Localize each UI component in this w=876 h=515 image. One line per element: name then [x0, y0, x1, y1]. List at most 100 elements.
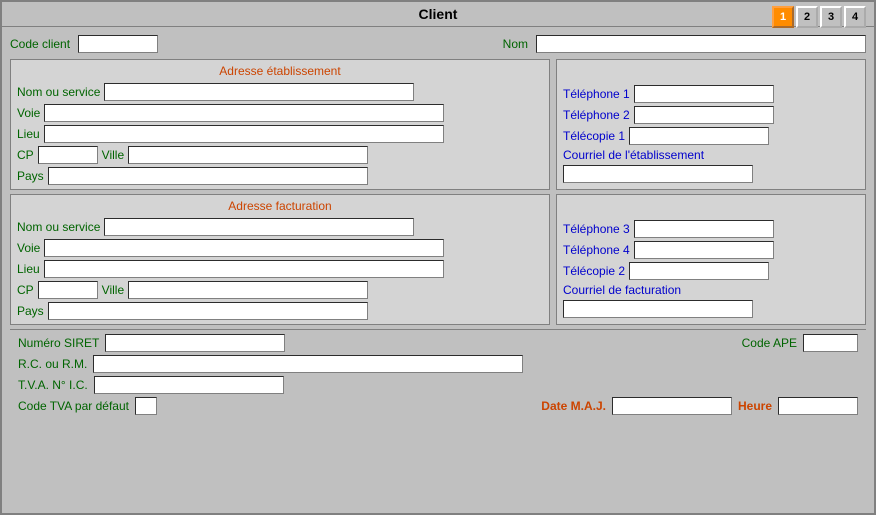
- etab-telecopie1-input[interactable]: [629, 127, 769, 145]
- fact-ville-input[interactable]: [128, 281, 368, 299]
- tab-1[interactable]: 1: [772, 6, 794, 28]
- fact-telecopie2-row: Télécopie 2: [563, 262, 859, 280]
- fact-telecopie2-input[interactable]: [629, 262, 769, 280]
- code-client-input[interactable]: [78, 35, 158, 53]
- nom-label: Nom: [503, 37, 528, 51]
- etab-tel2-input[interactable]: [634, 106, 774, 124]
- code-tva-label: Code TVA par défaut: [18, 399, 129, 413]
- fact-tel4-label: Téléphone 4: [563, 243, 630, 257]
- siret-row: Numéro SIRET Code APE: [18, 334, 858, 352]
- tva-input[interactable]: [94, 376, 284, 394]
- facturation-phone-block: Téléphone 3 Téléphone 4 Télécopie 2 Cour…: [556, 194, 866, 325]
- tab-2[interactable]: 2: [796, 6, 818, 28]
- fact-tel3-input[interactable]: [634, 220, 774, 238]
- fact-nom-service-row: Nom ou service: [17, 218, 543, 236]
- etab-voie-row: Voie: [17, 104, 543, 122]
- fact-pays-row: Pays: [17, 302, 543, 320]
- etablissement-phone-block: Téléphone 1 Téléphone 2 Télécopie 1 Cour…: [556, 59, 866, 190]
- siret-label: Numéro SIRET: [18, 336, 99, 350]
- fact-voie-row: Voie: [17, 239, 543, 257]
- etab-courriel-row: Courriel de l'établissement: [563, 148, 859, 162]
- fact-pays-input[interactable]: [48, 302, 368, 320]
- nom-input[interactable]: [536, 35, 866, 53]
- etab-lieu-row: Lieu: [17, 125, 543, 143]
- code-client-label: Code client: [10, 37, 70, 51]
- rc-label: R.C. ou R.M.: [18, 357, 87, 371]
- tva-row: T.V.A. N° I.C.: [18, 376, 858, 394]
- etab-telecopie1-row: Télécopie 1: [563, 127, 859, 145]
- fact-cp-row: CP Ville: [17, 281, 543, 299]
- date-label: Date M.A.J.: [541, 399, 606, 413]
- code-tva-input[interactable]: [135, 397, 157, 415]
- etab-pays-row: Pays: [17, 167, 543, 185]
- etab-tel2-row: Téléphone 2: [563, 106, 859, 124]
- etab-voie-input[interactable]: [44, 104, 444, 122]
- fact-tel4-row: Téléphone 4: [563, 241, 859, 259]
- facturation-address-block: Adresse facturation Nom ou service Voie …: [10, 194, 550, 325]
- window-title: Client: [419, 6, 458, 22]
- etab-pays-label: Pays: [17, 169, 44, 183]
- etab-courriel-label: Courriel de l'établissement: [563, 148, 704, 162]
- etab-tel1-row: Téléphone 1: [563, 85, 859, 103]
- etab-ville-input[interactable]: [128, 146, 368, 164]
- bottom-bar: Numéro SIRET Code APE R.C. ou R.M. T.V.A…: [10, 329, 866, 419]
- etab-pays-input[interactable]: [48, 167, 368, 185]
- fact-voie-input[interactable]: [44, 239, 444, 257]
- fact-cp-label: CP: [17, 283, 34, 297]
- fact-tel4-input[interactable]: [634, 241, 774, 259]
- main-content: Code client Nom Adresse établissement No…: [2, 27, 874, 513]
- etab-cp-input[interactable]: [38, 146, 98, 164]
- fact-courriel-input[interactable]: [563, 300, 753, 318]
- etab-nom-service-label: Nom ou service: [17, 85, 100, 99]
- tab-3[interactable]: 3: [820, 6, 842, 28]
- etab-tel2-label: Téléphone 2: [563, 108, 630, 122]
- fact-voie-label: Voie: [17, 241, 40, 255]
- etablissement-row: Adresse établissement Nom ou service Voi…: [10, 59, 866, 190]
- title-bar: Client 1 2 3 4: [2, 2, 874, 27]
- etab-ville-label: Ville: [102, 148, 124, 162]
- fact-lieu-label: Lieu: [17, 262, 40, 276]
- top-row: Code client Nom: [10, 33, 866, 55]
- etab-cp-label: CP: [17, 148, 34, 162]
- etab-courriel-input-row: [563, 165, 859, 183]
- fact-courriel-input-row: [563, 300, 859, 318]
- tab-group: 1 2 3 4: [772, 6, 866, 28]
- fact-tel3-label: Téléphone 3: [563, 222, 630, 236]
- etab-nom-service-row: Nom ou service: [17, 83, 543, 101]
- etab-tel1-label: Téléphone 1: [563, 87, 630, 101]
- fact-cp-input[interactable]: [38, 281, 98, 299]
- fact-lieu-input[interactable]: [44, 260, 444, 278]
- fact-lieu-row: Lieu: [17, 260, 543, 278]
- fact-courriel-row: Courriel de facturation: [563, 283, 859, 297]
- rc-row: R.C. ou R.M.: [18, 355, 858, 373]
- etab-nom-service-input[interactable]: [104, 83, 414, 101]
- code-ape-label: Code APE: [742, 336, 797, 350]
- facturation-row: Adresse facturation Nom ou service Voie …: [10, 194, 866, 325]
- etab-courriel-input[interactable]: [563, 165, 753, 183]
- codetva-row: Code TVA par défaut Date M.A.J. Heure: [18, 397, 858, 415]
- etablissement-address-block: Adresse établissement Nom ou service Voi…: [10, 59, 550, 190]
- tab-4[interactable]: 4: [844, 6, 866, 28]
- main-window: Client 1 2 3 4 Code client Nom Adresse é…: [0, 0, 876, 515]
- fact-nom-service-input[interactable]: [104, 218, 414, 236]
- heure-input[interactable]: [778, 397, 858, 415]
- fact-telecopie2-label: Télécopie 2: [563, 264, 625, 278]
- etab-tel1-input[interactable]: [634, 85, 774, 103]
- fact-courriel-label: Courriel de facturation: [563, 283, 681, 297]
- etab-lieu-label: Lieu: [17, 127, 40, 141]
- etab-telecopie1-label: Télécopie 1: [563, 129, 625, 143]
- fact-pays-label: Pays: [17, 304, 44, 318]
- etablissement-title: Adresse établissement: [17, 64, 543, 78]
- facturation-title: Adresse facturation: [17, 199, 543, 213]
- etab-cp-row: CP Ville: [17, 146, 543, 164]
- siret-input[interactable]: [105, 334, 285, 352]
- heure-label: Heure: [738, 399, 772, 413]
- fact-ville-label: Ville: [102, 283, 124, 297]
- etab-voie-label: Voie: [17, 106, 40, 120]
- etab-lieu-input[interactable]: [44, 125, 444, 143]
- rc-input[interactable]: [93, 355, 523, 373]
- tva-label: T.V.A. N° I.C.: [18, 378, 88, 392]
- code-ape-input[interactable]: [803, 334, 858, 352]
- fact-tel3-row: Téléphone 3: [563, 220, 859, 238]
- date-input[interactable]: [612, 397, 732, 415]
